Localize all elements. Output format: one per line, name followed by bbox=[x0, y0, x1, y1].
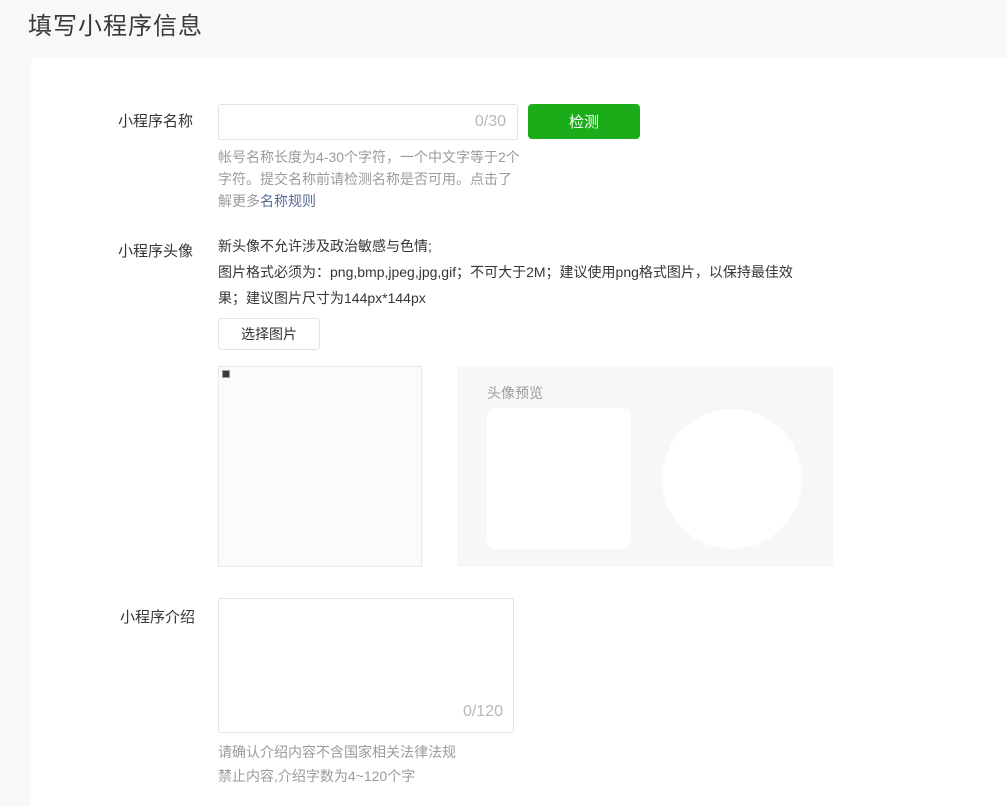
intro-textarea-wrap: 0/120 bbox=[218, 598, 514, 733]
intro-help-line1: 请确认介绍内容不含国家相关法律法规 bbox=[218, 740, 456, 764]
avatar-upload-preview-box[interactable] bbox=[218, 366, 422, 567]
avatar-rule-line2: 图片格式必须为：png,bmp,jpeg,jpg,gif；不可大于2M；建议使用… bbox=[218, 259, 820, 311]
avatar-preview-square bbox=[487, 408, 631, 549]
avatar-rules-text: 新头像不允许涉及政治敏感与色情; 图片格式必须为：png,bmp,jpeg,jp… bbox=[218, 233, 820, 311]
avatar-preview-panel: 头像预览 bbox=[457, 366, 833, 567]
intro-textarea[interactable] bbox=[218, 598, 514, 733]
name-rules-link[interactable]: 名称规则 bbox=[260, 193, 316, 209]
check-name-button[interactable]: 检测 bbox=[528, 104, 640, 139]
avatar-field-label: 小程序头像 bbox=[118, 240, 193, 261]
name-input[interactable] bbox=[218, 104, 518, 140]
choose-image-button[interactable]: 选择图片 bbox=[218, 318, 320, 350]
avatar-preview-title: 头像预览 bbox=[487, 383, 543, 403]
avatar-rule-line1: 新头像不允许涉及政治敏感与色情; bbox=[218, 233, 820, 259]
broken-image-icon bbox=[222, 370, 230, 378]
avatar-preview-circle bbox=[662, 409, 802, 549]
form-card: 小程序名称 0/30 检测 帐号名称长度为4-30个字符，一个中文字等于2个字符… bbox=[31, 58, 1006, 806]
name-field-label: 小程序名称 bbox=[118, 104, 193, 140]
page-title: 填写小程序信息 bbox=[28, 6, 203, 41]
name-input-wrap: 0/30 bbox=[218, 104, 518, 140]
intro-help-line2: 禁止内容,介绍字数为4~120个字 bbox=[218, 764, 456, 788]
intro-help-text: 请确认介绍内容不含国家相关法律法规 禁止内容,介绍字数为4~120个字 bbox=[218, 740, 456, 788]
name-help-text: 帐号名称长度为4-30个字符，一个中文字等于2个字符。提交名称前请检测名称是否可… bbox=[218, 146, 524, 212]
intro-field-label: 小程序介绍 bbox=[120, 606, 195, 627]
